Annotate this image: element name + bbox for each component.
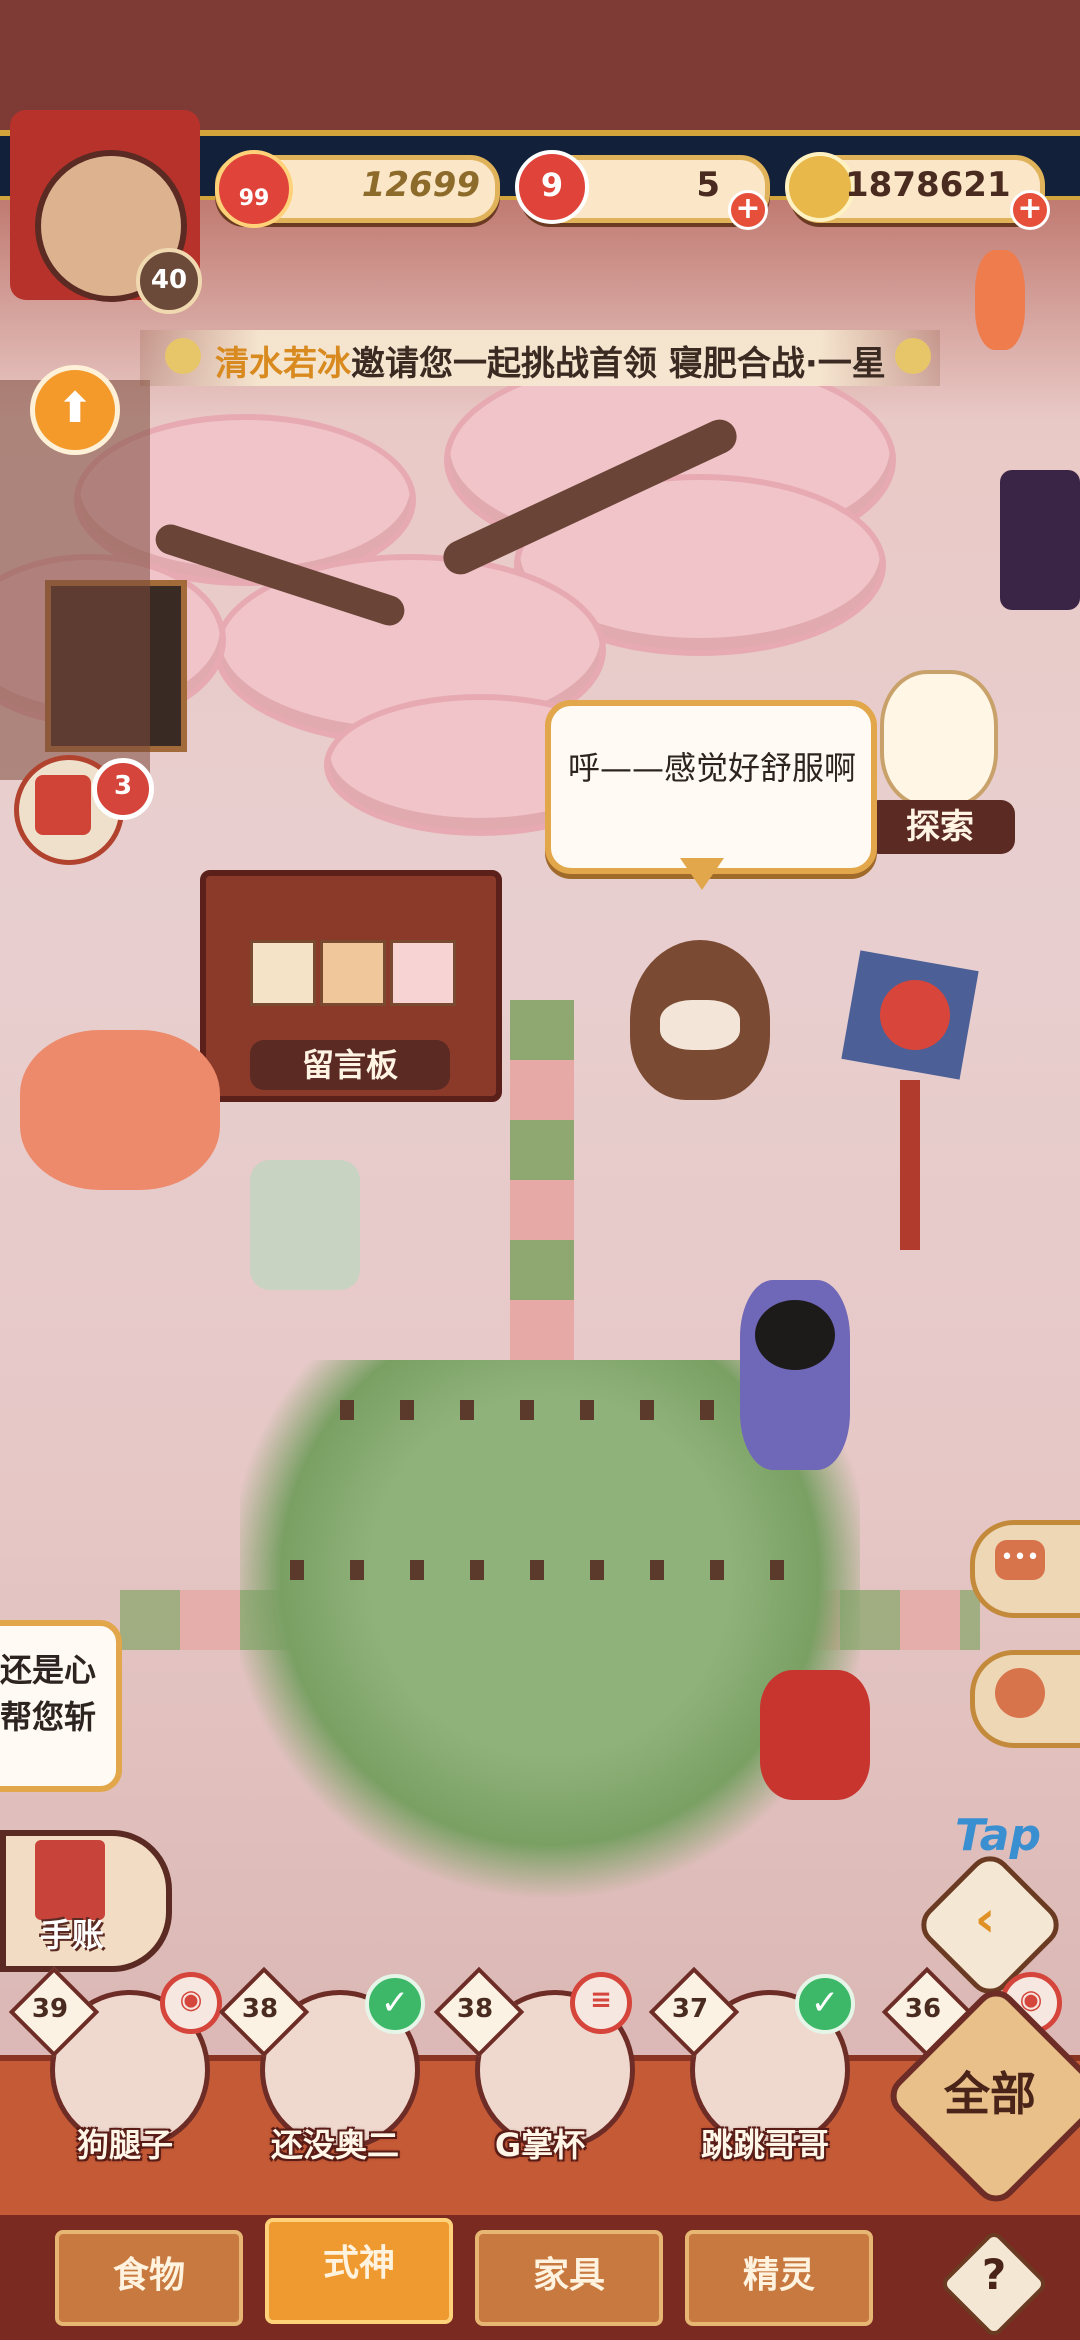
explore-button[interactable]: 探索 (865, 800, 1015, 854)
flower-icon (895, 338, 931, 374)
note-icon: ≡ (570, 1972, 632, 2034)
shikigami-name: 还没奥二 (270, 2126, 399, 2164)
speech-bubble-text: 呼——感觉好舒服啊 (568, 749, 857, 787)
board-photo (390, 940, 456, 1006)
rice-bowl-icon (995, 1668, 1045, 1718)
bell-icon: ◉ (160, 1972, 222, 2034)
kite-pole (900, 1080, 920, 1250)
left-bubble-line-1: 还是心 (0, 1651, 97, 1689)
add-coin-button[interactable]: + (1010, 190, 1050, 230)
shikigami-card[interactable]: 39 ◉ 狗腿子 (8, 1966, 230, 2164)
level-number: 38 (241, 1994, 279, 2024)
shrimp-decoration (20, 1030, 220, 1190)
journal-label: 手账 (40, 1916, 105, 1954)
all-button-label: 全部 (944, 2067, 1036, 2121)
jade-amount: 12699 (361, 165, 480, 205)
board-photo (320, 940, 386, 1006)
raccoon-face (660, 1000, 740, 1050)
left-bubble-line-2: 帮您斩 (0, 1698, 97, 1736)
jade-flower-icon: 99 (215, 150, 293, 228)
player-level: 40 (136, 248, 202, 314)
add-ticket-button[interactable]: + (728, 190, 768, 230)
check-icon: ✓ (795, 1974, 855, 2034)
shikigami-card[interactable]: 37 ✓ 跳跳哥哥 (648, 1966, 870, 2164)
shikigami-name: 跳跳哥哥 (700, 2126, 829, 2164)
coin-amount: 1878621 (845, 165, 1011, 205)
level-number: 37 (671, 1994, 709, 2024)
fence (340, 1400, 760, 1420)
chat-icon: ••• (995, 1540, 1045, 1580)
board-photo (250, 940, 316, 1006)
ticket-icon: 9 (515, 150, 589, 224)
daruma-doll (880, 980, 950, 1050)
shikigami-name: 狗腿子 (76, 2126, 173, 2164)
speech-bubble-tail (680, 858, 724, 890)
level-number: 38 (456, 1994, 494, 2024)
side-character-portrait[interactable] (1000, 470, 1080, 610)
fence (290, 1560, 810, 1580)
journal-icon (35, 1840, 105, 1920)
lantern-ghost[interactable] (880, 670, 998, 808)
tab-food[interactable]: 食物 (55, 2230, 243, 2326)
help-icon: ? (981, 2250, 1007, 2299)
chevron-left-icon: ‹ (974, 1890, 996, 1948)
shikigami-card[interactable]: 38 ✓ 还没奥二 (218, 1966, 440, 2164)
tab-shikigami[interactable]: 式神 (265, 2218, 453, 2324)
nurikabe-character[interactable] (250, 1160, 360, 1290)
shikigami-name: G掌杯 (494, 2126, 586, 2164)
taiyaki-charm (975, 250, 1025, 350)
kumamon-face (755, 1300, 835, 1370)
tab-spirits[interactable]: 精灵 (685, 2230, 873, 2326)
invite-banner-text: 清水若冰邀请您一起挑战首领 寝肥合战·一星 (215, 336, 886, 385)
tab-furniture[interactable]: 家具 (475, 2230, 663, 2326)
message-board-label[interactable]: 留言板 (250, 1040, 450, 1090)
mail-icon (35, 775, 91, 835)
level-number: 39 (31, 1994, 69, 2024)
inviter-name[interactable]: 清水若冰 (215, 344, 351, 384)
flower-icon (165, 338, 201, 374)
level-number: 36 (904, 1994, 942, 2024)
ticket-count: 5 (696, 165, 720, 205)
arrow-up-icon[interactable]: ⬆ (30, 365, 120, 455)
shikigami-card[interactable]: 38 ≡ G掌杯 (433, 1966, 655, 2164)
mail-count-badge: 3 (92, 758, 154, 820)
tap-logo[interactable]: Tap (955, 1810, 1041, 1861)
red-oni-character[interactable] (760, 1670, 870, 1800)
check-icon: ✓ (365, 1974, 425, 2034)
invite-message: 邀请您一起挑战首领 寝肥合战·一星 (351, 344, 886, 384)
